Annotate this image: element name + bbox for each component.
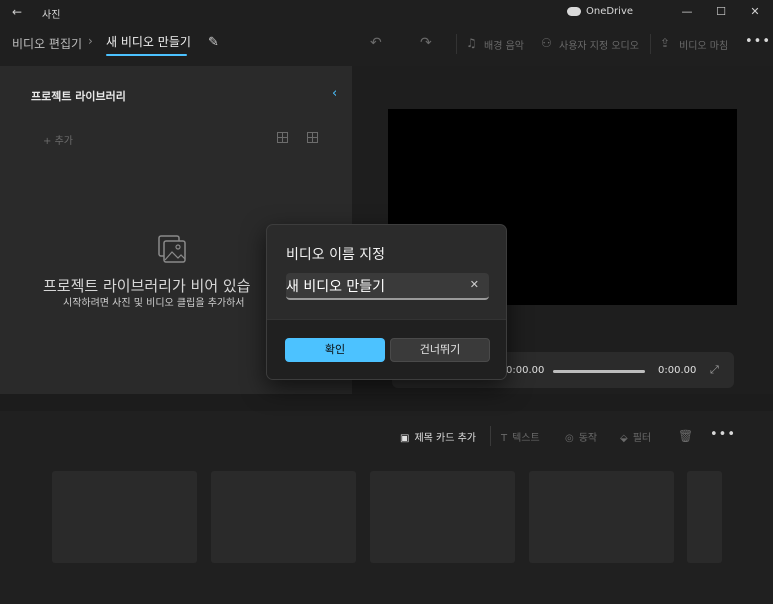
confirm-button[interactable]: 확인 (285, 338, 385, 362)
trash-icon[interactable]: 🗑 (678, 429, 693, 443)
person-audio-icon[interactable]: ⚇ (541, 36, 552, 50)
redo-icon[interactable]: ↷ (420, 35, 432, 51)
storyboard-toolbar-divider (490, 426, 491, 446)
title-bar: ← 사진 OneDrive — ☐ ✕ (0, 0, 773, 26)
video-name-input[interactable]: 새 비디오 만들기 ✕ (286, 273, 489, 300)
storyboard-slot[interactable] (687, 471, 722, 563)
filter-icon: ⬙ (620, 433, 628, 444)
rename-pencil-icon[interactable]: ✎ (208, 35, 219, 50)
clear-input-icon[interactable]: ✕ (470, 278, 479, 291)
dialog-footer: 확인 건너뛰기 (267, 319, 506, 379)
share-export-icon[interactable]: ⇪ (660, 36, 670, 50)
add-media-label: 추가 (54, 136, 73, 147)
expand-fullscreen-icon[interactable]: ⤢ (710, 363, 719, 377)
breadcrumb-chevron-icon: › (88, 34, 93, 48)
motion-button[interactable]: ◎ 동작 (565, 429, 597, 444)
empty-library-title: 프로젝트 라이브러리가 비어 있습 (43, 277, 251, 295)
breadcrumb-video-editor[interactable]: 비디오 편집기 (12, 35, 82, 52)
breadcrumb-underline (106, 54, 187, 56)
storyboard-slot[interactable] (370, 471, 515, 563)
dialog-title: 비디오 이름 지정 (286, 247, 386, 263)
small-grid-view-icon[interactable] (307, 132, 318, 143)
motion-label: 동작 (578, 433, 598, 444)
total-time-label: 0:00.00 (658, 365, 697, 376)
finish-video-button[interactable]: 비디오 마침 (679, 37, 728, 52)
close-button[interactable]: ✕ (740, 3, 770, 21)
breadcrumb-current-project[interactable]: 새 비디오 만들기 (106, 33, 191, 50)
skip-button[interactable]: 건너뛰기 (390, 338, 490, 362)
collapse-chevron-icon[interactable]: ‹ (332, 86, 337, 101)
music-note-icon[interactable]: ♫ (466, 36, 477, 50)
storyboard-slot[interactable] (211, 471, 356, 563)
title-card-icon: ▣ (400, 433, 410, 444)
add-title-card-button[interactable]: ▣ 제목 카드 추가 (400, 429, 476, 444)
back-arrow-icon[interactable]: ← (12, 5, 22, 19)
onedrive-label[interactable]: OneDrive (586, 6, 633, 17)
toolbar-divider (456, 34, 457, 54)
text-label: 텍스트 (512, 433, 540, 444)
add-title-card-label: 제목 카드 추가 (414, 433, 477, 444)
name-video-dialog: 비디오 이름 지정 새 비디오 만들기 ✕ 확인 건너뛰기 (266, 224, 507, 380)
undo-icon[interactable]: ↶ (370, 35, 382, 51)
app-title: 사진 (42, 10, 61, 21)
plus-icon: + (43, 136, 52, 147)
project-library-title: 프로젝트 라이브러리 (31, 90, 126, 103)
minimize-button[interactable]: — (672, 3, 702, 21)
add-media-button[interactable]: + 추가 (43, 132, 73, 147)
empty-library-photo-icon (158, 235, 186, 263)
onedrive-cloud-icon[interactable] (567, 7, 581, 16)
current-time-label: 0:00.00 (506, 365, 545, 376)
seek-slider[interactable] (553, 370, 645, 373)
empty-library-subtitle: 시작하려면 사진 및 비디오 클립을 추가하서 (63, 298, 245, 309)
editor-toolbar: 비디오 편집기 › 새 비디오 만들기 ✎ ↶ ↷ ♫ 배경 음악 ⚇ 사용자 … (0, 26, 773, 66)
text-icon: T (501, 433, 508, 444)
large-grid-view-icon[interactable] (277, 132, 288, 143)
video-name-input-value[interactable]: 새 비디오 만들기 (286, 276, 385, 296)
toolbar-divider (650, 34, 651, 54)
background-music-button[interactable]: 배경 음악 (484, 37, 524, 52)
filter-label: 필터 (632, 433, 652, 444)
storyboard-slot[interactable] (529, 471, 674, 563)
motion-icon: ◎ (565, 433, 574, 444)
storyboard-slot[interactable] (52, 471, 197, 563)
text-button[interactable]: T 텍스트 (501, 429, 540, 444)
maximize-button[interactable]: ☐ (706, 3, 736, 21)
storyboard-more-icon[interactable]: ••• (710, 427, 736, 442)
filter-button[interactable]: ⬙ 필터 (620, 429, 651, 444)
more-options-icon[interactable]: ••• (745, 34, 771, 49)
custom-audio-button[interactable]: 사용자 지정 오디오 (559, 37, 639, 52)
